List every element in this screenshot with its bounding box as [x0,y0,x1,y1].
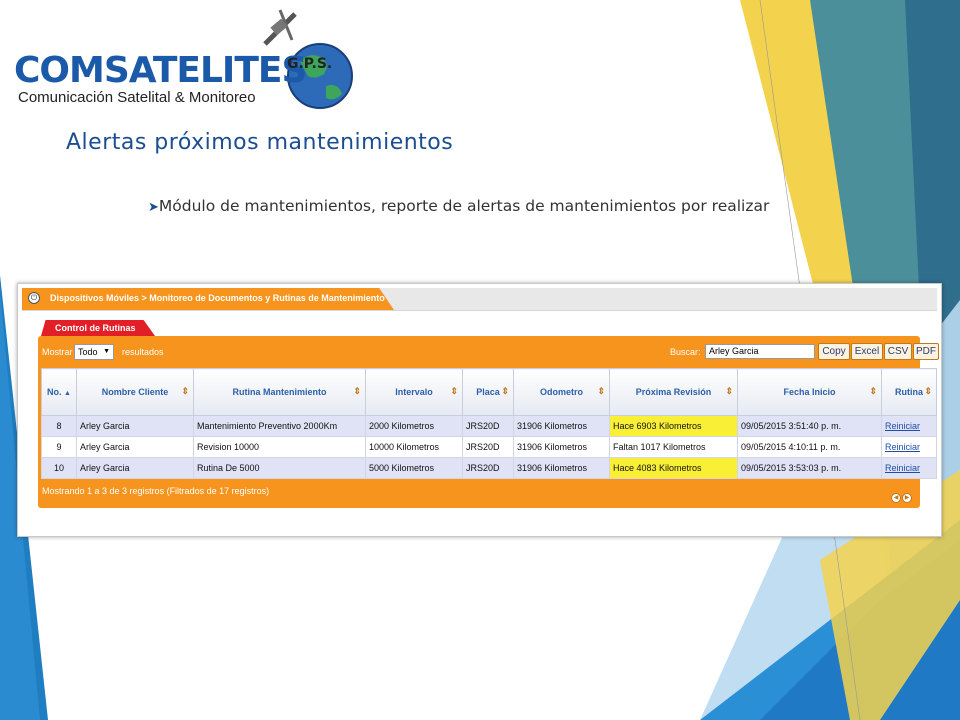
column-header-no[interactable]: No. ▲ [41,368,77,416]
column-header-rutina[interactable]: Rutina Mantenimiento ⇕ [193,368,366,416]
logo-tagline: Comunicación Satelital & Monitoreo [18,89,256,106]
sort-icon: ⇕ [501,386,509,396]
search-label: Buscar: [670,347,701,357]
cell-rutina: Rutina De 5000 [193,457,366,479]
tab-control-rutinas[interactable]: Control de Rutinas [41,320,155,336]
cell-accion: Reiniciar [881,457,937,479]
cell-rutina: Mantenimiento Preventivo 2000Km [193,415,366,437]
next-page-icon[interactable]: ▶ [902,493,912,503]
cell-placa: JRS20D [462,457,514,479]
column-header-odometro[interactable]: Odometro ⇕ [513,368,610,416]
column-header-accion[interactable]: Rutina ⇕ [881,368,937,416]
column-label: No. [47,387,62,397]
column-header-cliente[interactable]: Nombre Cliente ⇕ [76,368,194,416]
cell-intervalo: 5000 Kilometros [365,457,463,479]
cell-cliente: Arley Garcia [76,457,194,479]
column-header-intervalo[interactable]: Intervalo ⇕ [365,368,463,416]
cell-accion: Reiniciar [881,415,937,437]
excel-button[interactable]: Excel [851,343,883,360]
cell-placa: JRS20D [462,436,514,458]
table-row: 10 Arley Garcia Rutina De 5000 5000 Kilo… [41,457,937,479]
column-label: Rutina [895,387,923,397]
slide-bullet: ➤Módulo de mantenimientos, reporte de al… [148,194,796,220]
company-logo: COMSATELITES G.P.S. Comunicación Satelit… [10,6,355,111]
copy-button[interactable]: Copy [818,343,850,360]
table-toolbar: Mostrar Todo ▼ resultados Buscar: Arley G… [42,342,939,364]
logo-brand-text: COMSATELITES [14,50,307,91]
column-label: Nombre Cliente [101,387,169,397]
breadcrumb-text: Dispositivos Móviles > Monitoreo de Docu… [50,293,385,303]
cell-odometro: 31906 Kilometros [513,415,610,437]
sort-icon: ⇕ [924,386,932,396]
cell-intervalo: 2000 Kilometros [365,415,463,437]
cell-no: 8 [41,415,77,437]
column-label: Fecha Inicio [783,387,836,397]
reiniciar-link[interactable]: Reiniciar [885,421,920,431]
cell-cliente: Arley Garcia [76,436,194,458]
column-header-placa[interactable]: Placa ⇕ [462,368,514,416]
tab-label: Control de Rutinas [55,323,136,333]
sort-icon: ⇕ [597,386,605,396]
cell-fecha: 09/05/2015 3:51:40 p. m. [737,415,882,437]
cell-no: 10 [41,457,77,479]
cell-accion: Reiniciar [881,436,937,458]
sort-icon: ⇕ [353,386,361,396]
power-icon[interactable]: ⏻ [28,292,40,304]
sort-icon: ⇕ [725,386,733,396]
table-row: 8 Arley Garcia Mantenimiento Preventivo … [41,415,937,437]
sort-icon: ⇕ [869,386,877,396]
show-label: Mostrar [42,347,73,357]
page-length-select[interactable]: Todo ▼ [74,344,114,360]
search-input[interactable]: Arley Garcia [705,344,815,359]
sort-icon: ⇕ [181,386,189,396]
column-label: Odometro [539,387,583,397]
cell-fecha: 09/05/2015 4:10:11 p. m. [737,436,882,458]
table-header-row: No. ▲ Nombre Cliente ⇕ Rutina Mantenimien… [41,368,937,416]
pagination: ◀ ▶ [891,486,915,503]
table-row: 9 Arley Garcia Revision 10000 10000 Kilo… [41,436,937,458]
cell-placa: JRS20D [462,415,514,437]
column-label: Placa [476,387,500,397]
caret-down-icon: ▼ [103,348,110,355]
breadcrumb-bar: ⏻ Dispositivos Móviles > Monitoreo de Do… [22,288,937,311]
app-screenshot-panel: ⏻ Dispositivos Móviles > Monitoreo de Do… [17,283,942,537]
column-header-revision[interactable]: Próxima Revisión ⇕ [609,368,738,416]
cell-intervalo: 10000 Kilometros [365,436,463,458]
cell-revision-alert: Hace 4083 Kilometros [609,457,738,479]
column-header-fecha[interactable]: Fecha Inicio ⇕ [737,368,882,416]
column-label: Rutina Mantenimiento [232,387,327,397]
cell-odometro: 31906 Kilometros [513,457,610,479]
slide-title: Alertas próximos mantenimientos [66,130,454,155]
cell-fecha: 09/05/2015 3:53:03 p. m. [737,457,882,479]
table-info-footer: Mostrando 1 a 3 de 3 registros (Filtrado… [42,486,270,496]
page-length-value: Todo [78,347,98,357]
sort-icon: ⇕ [450,386,458,396]
cell-cliente: Arley Garcia [76,415,194,437]
results-label: resultados [122,347,164,357]
reiniciar-link[interactable]: Reiniciar [885,442,920,452]
column-label: Intervalo [395,387,433,397]
rutinas-table: No. ▲ Nombre Cliente ⇕ Rutina Mantenimien… [41,368,937,479]
arrow-bullet-icon: ➤ [148,200,159,215]
csv-button[interactable]: CSV [884,343,912,360]
sort-asc-icon: ▲ [64,390,71,397]
column-label: Próxima Revisión [635,387,712,397]
cell-odometro: 31906 Kilometros [513,436,610,458]
cell-rutina: Revision 10000 [193,436,366,458]
logo-gps-badge: G.P.S. [287,56,333,72]
bullet-text: Módulo de mantenimientos, reporte de ale… [158,197,770,215]
cell-revision: Faltan 1017 Kilometros [609,436,738,458]
previous-page-icon[interactable]: ◀ [891,493,901,503]
pdf-button[interactable]: PDF [913,343,939,360]
cell-no: 9 [41,436,77,458]
cell-revision-alert: Hace 6903 Kilometros [609,415,738,437]
reiniciar-link[interactable]: Reiniciar [885,463,920,473]
